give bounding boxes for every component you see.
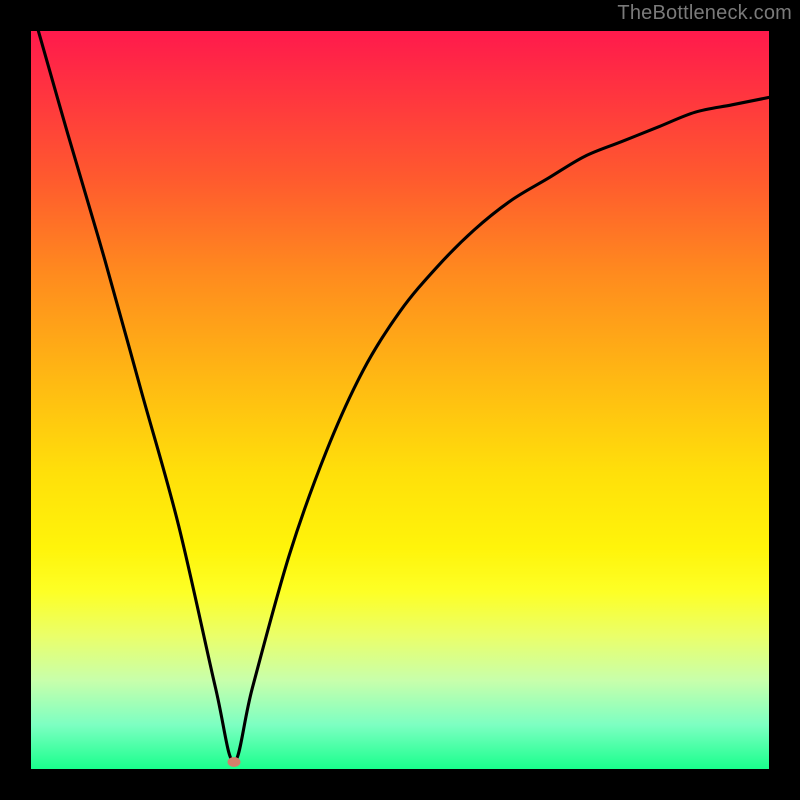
bottleneck-curve <box>31 31 769 769</box>
plot-area <box>31 31 769 769</box>
watermark-text: TheBottleneck.com <box>617 2 792 25</box>
curve-minimum-marker <box>227 757 240 767</box>
chart-container: TheBottleneck.com <box>0 0 800 800</box>
